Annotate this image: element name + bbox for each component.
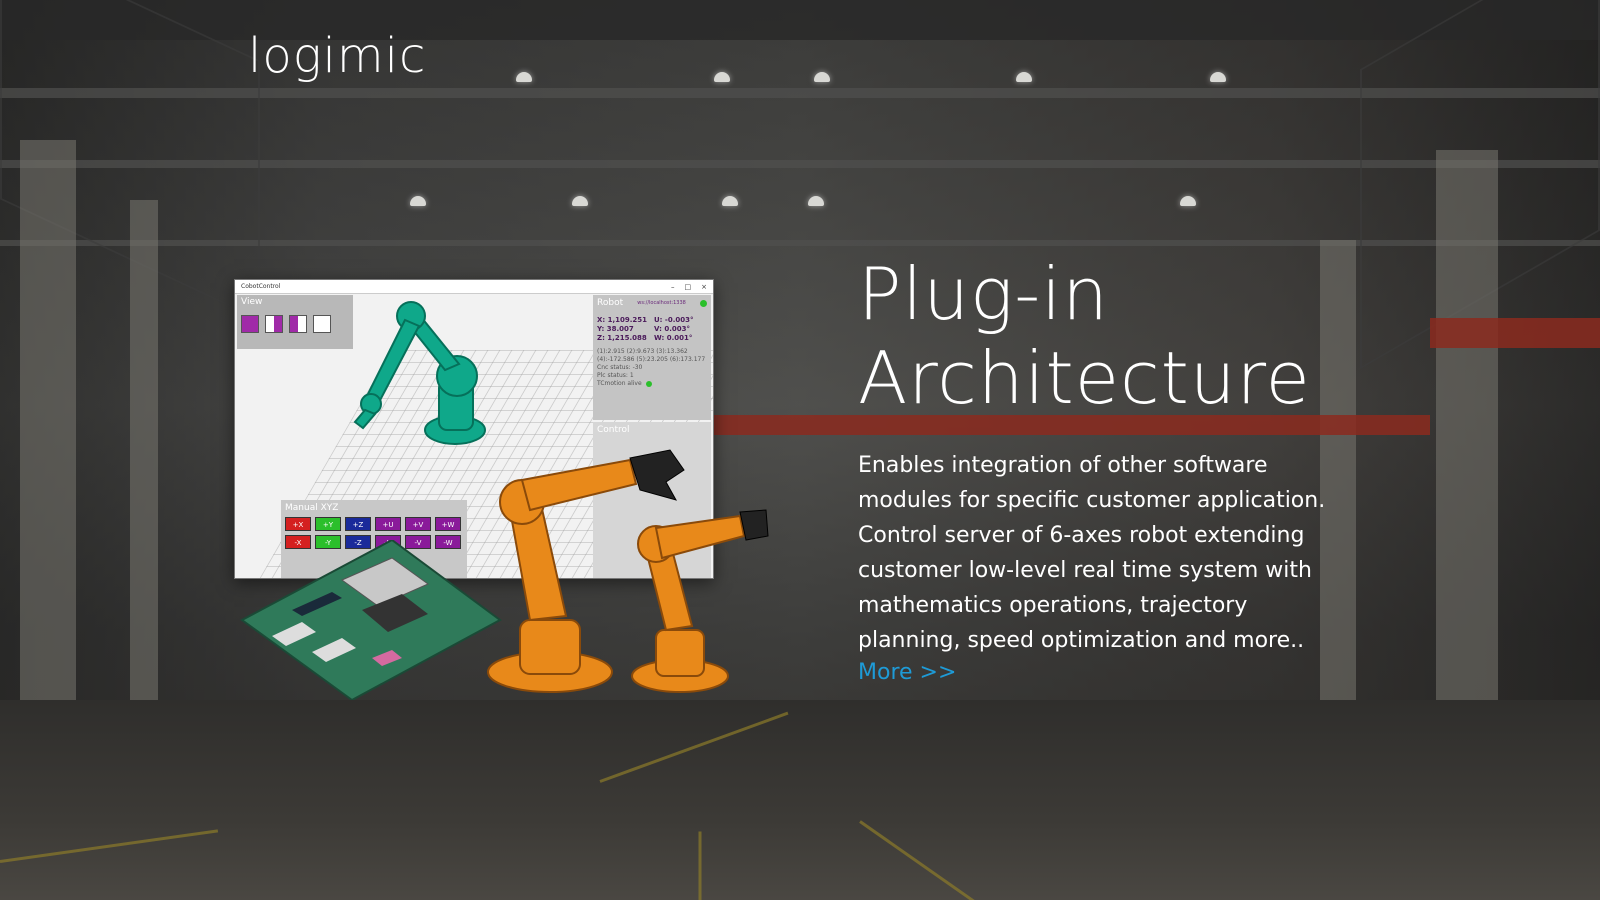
roof-beam (0, 0, 1600, 40)
ceiling-lamp (1210, 72, 1226, 82)
manual-panel-title: Manual XYZ (285, 503, 339, 513)
description-line: Enables integration of other software (858, 453, 1268, 478)
control-panel-title: Control (597, 425, 630, 435)
teal-robot-arm-icon (353, 301, 486, 445)
hero-title: Plug-in Architecture (858, 252, 1311, 420)
jog-button: +Z (345, 517, 371, 531)
orange-robot-arms-icon (487, 449, 769, 693)
jog-button: +X (285, 517, 311, 531)
hero-title-line: Plug-in (858, 252, 1109, 336)
connection-status-icon (700, 299, 707, 307)
hall-pillar (130, 200, 158, 720)
description-line: mathematics operations, trajectory (858, 593, 1248, 618)
ceiling-lamp (722, 196, 738, 206)
ceiling-lamp (572, 196, 588, 206)
coord-y: Y: 38.007 (597, 325, 634, 333)
coord-z: Z: 1,215.088 (597, 334, 647, 342)
window-title: CobotControl (241, 283, 281, 290)
coord-v: V: 0.003° (654, 325, 690, 333)
jog-button: +U (375, 517, 401, 531)
ceiling-lamp (1016, 72, 1032, 82)
minimize-icon: – (671, 282, 675, 291)
factory-floor (0, 700, 1600, 900)
more-link[interactable]: More >> (858, 660, 956, 685)
ceiling-lamp (814, 72, 830, 82)
coord-x: X: 1,109.251 (597, 316, 648, 324)
connection-url: ws://localhost:1338 (637, 300, 686, 306)
cube-view-icon (289, 315, 307, 333)
window-controls: – □ × (671, 283, 707, 291)
description-line: modules for specific customer applicatio… (858, 488, 1326, 513)
ceiling-lamp (410, 196, 426, 206)
ceiling-lamp (714, 72, 730, 82)
cube-view-icon (265, 315, 283, 333)
hero-description: Enables integration of other software mo… (858, 448, 1358, 658)
jog-button: +W (435, 517, 461, 531)
description-line: customer low-level real time system with (858, 558, 1312, 583)
hero-title-line: Architecture (858, 336, 1311, 420)
joint-line: (1):2.915 (2):9.673 (3):13.362 (597, 348, 688, 355)
coord-w: W: 0.001° (654, 334, 693, 342)
robot-status-panel: Robot ws://localhost:1338 X: 1,109.251 U… (593, 295, 711, 420)
coord-u: U: -0.003° (654, 316, 694, 324)
joint-line: (4):-172.586 (5):23.205 (6):173.177 (597, 356, 706, 363)
jog-button: +V (405, 517, 431, 531)
joint-values: (1):2.915 (2):9.673 (3):13.362 (4):-172.… (597, 348, 707, 388)
brand-logo[interactable]: logimic (248, 28, 426, 84)
floor-marking (698, 831, 702, 900)
cube-view-icon (313, 315, 331, 333)
ceiling-lamp (808, 196, 824, 206)
description-line: planning, speed optimization and more.. (858, 628, 1305, 653)
hall-pillar (20, 140, 76, 740)
jog-button: +Y (315, 517, 341, 531)
motherboard-image (240, 540, 502, 700)
hall-pillar (1436, 150, 1498, 740)
cube-view-icon (241, 315, 259, 333)
crane-beam (1430, 318, 1600, 348)
motion-alive-label: TCmotion alive (597, 380, 642, 387)
cnc-status: Cnc status: -30 (597, 364, 643, 371)
ceiling-lamp (516, 72, 532, 82)
close-icon: × (701, 282, 707, 291)
maximize-icon: □ (684, 282, 692, 291)
description-line: Control server of 6-axes robot extending (858, 523, 1305, 548)
motion-alive-indicator-icon (645, 381, 652, 387)
ceiling-lamp (1180, 196, 1196, 206)
robot-coordinates: X: 1,109.251 U: -0.003° Y: 38.007 V: 0.0… (597, 316, 707, 342)
robot-panel-title: Robot (597, 298, 624, 308)
plc-status: Plc status: 1 (597, 372, 634, 379)
view-cubes (241, 315, 349, 333)
view-panel-title: View (241, 297, 263, 307)
